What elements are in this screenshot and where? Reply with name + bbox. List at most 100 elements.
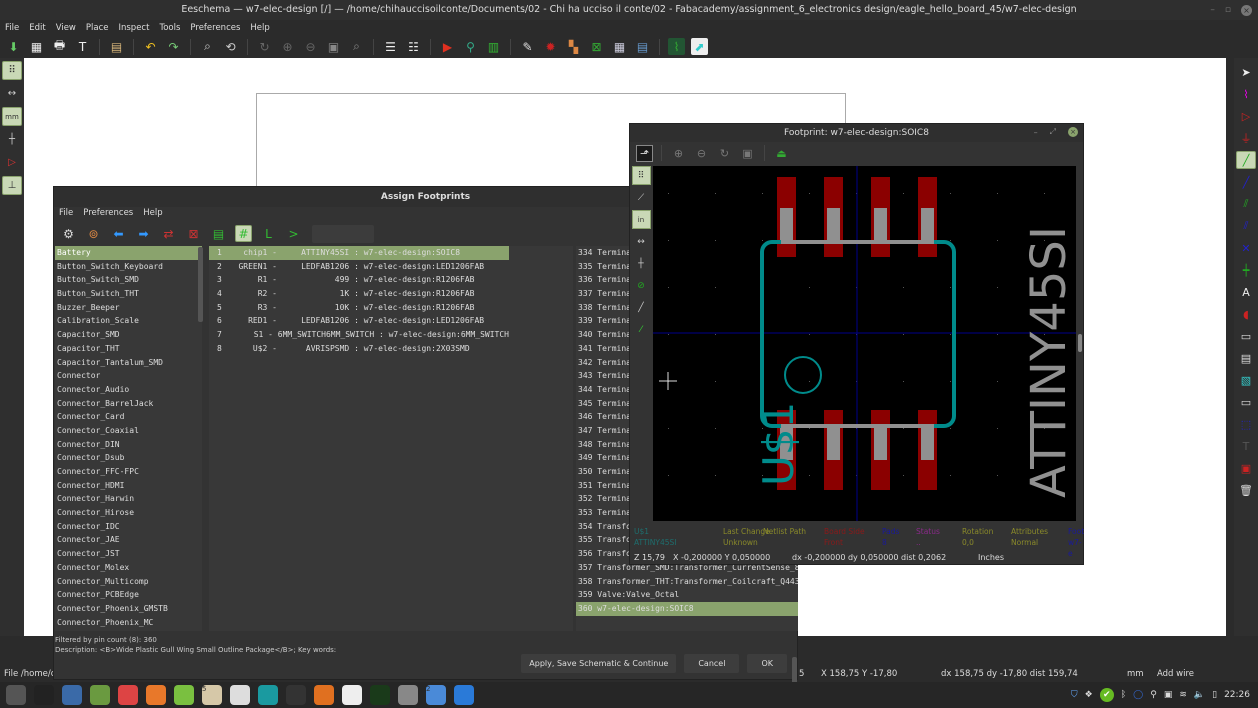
pcbnew-icon[interactable]: ▤ — [634, 38, 651, 55]
filter-pincount-icon[interactable]: # — [235, 225, 252, 242]
grid-icon[interactable]: ⠿ — [2, 61, 22, 80]
filter-input[interactable] — [312, 224, 374, 243]
highlight-net-icon[interactable]: ⌇ — [1236, 85, 1256, 103]
library-item[interactable]: Connector_Phoenix_MC — [55, 616, 202, 630]
chromium-icon[interactable]: 2 — [426, 685, 446, 705]
docs-icon[interactable] — [454, 685, 474, 705]
plot-icon[interactable]: T — [74, 38, 91, 55]
save-icon[interactable]: ⬇ — [5, 38, 22, 55]
bus-icon[interactable]: ╱ — [1236, 173, 1256, 191]
arrow-left-icon[interactable]: ⬅ — [110, 225, 127, 242]
dialog-menu-file[interactable]: File — [59, 206, 73, 221]
volume-icon[interactable]: 🔈 — [1194, 690, 1205, 700]
component-row[interactable]: 7 S1 - 6MM_SWITCH6MM_SWITCH : w7-elec-des… — [209, 328, 509, 342]
library-item[interactable]: Battery — [55, 246, 202, 260]
auto-associate-icon[interactable]: ⇄ — [160, 225, 177, 242]
print-icon[interactable]: 🖶 — [51, 38, 68, 55]
footprint-item[interactable]: 359 Valve:Valve_Octal — [576, 588, 798, 602]
mm-icon[interactable]: mm — [2, 107, 22, 126]
inkscape-icon[interactable] — [230, 685, 250, 705]
hidden-pins-icon[interactable]: ▷ — [2, 153, 22, 172]
minimize-button[interactable]: – — [1210, 0, 1215, 20]
fp-close-button[interactable]: × — [1068, 127, 1078, 137]
menu-place[interactable]: Place — [86, 23, 109, 33]
no-connect-icon[interactable]: ✕ — [1236, 239, 1256, 257]
library-item[interactable]: Button_Switch_THT — [55, 287, 202, 301]
component-row[interactable]: 2 GREEN1 - LEDFAB1206 : w7-elec-design:LE… — [209, 260, 509, 274]
library-item[interactable]: Connector_Molex — [55, 561, 202, 575]
redraw-icon[interactable]: ↻ — [256, 38, 273, 55]
hier-label-icon[interactable]: ▭ — [1236, 327, 1256, 345]
bus-entry-icon[interactable]: ⫽ — [1236, 217, 1256, 235]
blender-icon[interactable] — [314, 685, 334, 705]
hierarchy-icon[interactable]: ☰ — [382, 38, 399, 55]
component-row[interactable]: 1 chip1 - ATTINY45SI : w7-elec-design:SOI… — [209, 246, 509, 260]
cvpcb-icon[interactable]: ▚ — [565, 38, 582, 55]
junction-icon[interactable]: ┿ — [1236, 261, 1256, 279]
text-sketch-icon[interactable]: ⁄ — [632, 320, 651, 339]
library-browser-icon[interactable]: ⚲ — [462, 38, 479, 55]
files-icon[interactable] — [90, 685, 110, 705]
battery-icon[interactable]: ▯ — [1212, 690, 1217, 700]
maximize-button[interactable]: ▫ — [1225, 0, 1231, 20]
fp-maximize-button[interactable]: ⤢ — [1050, 127, 1056, 137]
gimp-icon[interactable] — [118, 685, 138, 705]
arrow-right-icon[interactable]: ➡ — [135, 225, 152, 242]
library-item[interactable]: Capacitor_SMD — [55, 328, 202, 342]
library-item[interactable]: Button_Switch_SMD — [55, 273, 202, 287]
bom-icon[interactable]: ▦ — [611, 38, 628, 55]
polar-coords-icon[interactable]: ⟋ — [632, 188, 651, 207]
eye-icon[interactable] — [398, 685, 418, 705]
dialog-menu-help[interactable]: Help — [143, 206, 162, 221]
help-icon[interactable] — [6, 685, 26, 705]
footprint-browser-icon[interactable]: ▥ — [485, 38, 502, 55]
calendar-icon[interactable] — [342, 685, 362, 705]
delete-icon[interactable]: 🗑 — [1236, 481, 1256, 499]
clock[interactable]: 22:26 — [1224, 690, 1250, 700]
component-row[interactable]: 4 R2 - 1K : w7-elec-design:R1206FAB — [209, 287, 509, 301]
bluetooth-icon[interactable]: ᛒ — [1121, 690, 1126, 700]
netlist-icon[interactable]: ⊠ — [588, 38, 605, 55]
screenshot-icon[interactable] — [62, 685, 82, 705]
library-editor-icon[interactable]: ▶ — [439, 38, 456, 55]
cursor-icon[interactable]: ┼ — [632, 254, 651, 273]
net-label-icon[interactable]: A — [1236, 283, 1256, 301]
image-icon[interactable]: ▣ — [1236, 459, 1256, 477]
menu-preferences[interactable]: Preferences — [190, 23, 240, 33]
library-item[interactable]: Buzzer_Beeper — [55, 301, 202, 315]
text-icon[interactable]: T — [1236, 437, 1256, 455]
library-item[interactable]: Capacitor_THT — [55, 342, 202, 356]
library-item[interactable]: Connector_FFC-FPC — [55, 465, 202, 479]
library-item[interactable]: Connector_Coaxial — [55, 424, 202, 438]
redraw-icon[interactable]: ↻ — [716, 145, 733, 162]
pcb-editor-icon[interactable]: ⌇ — [668, 38, 685, 55]
kicad-icon[interactable]: 5 — [202, 685, 222, 705]
clipboard-icon[interactable]: ▣ — [1164, 690, 1173, 700]
library-item[interactable]: Connector_JAE — [55, 533, 202, 547]
place-power-icon[interactable]: ⏚ — [1236, 129, 1256, 147]
arduino-icon[interactable] — [258, 685, 278, 705]
inches-icon[interactable]: ↔ — [2, 84, 22, 103]
intel-icon[interactable]: ◯ — [1133, 690, 1143, 700]
apply-save-continue-button[interactable]: Apply, Save Schematic & Continue — [521, 654, 677, 673]
library-list[interactable]: Battery Button_Switch_Keyboard Button_Swit… — [55, 246, 202, 631]
fp-minimize-button[interactable]: – — [1034, 128, 1038, 137]
select-icon[interactable]: ➤ — [1236, 63, 1256, 81]
terminal-icon[interactable] — [34, 685, 54, 705]
library-item[interactable]: Connector_Harwin — [55, 492, 202, 506]
wire-icon[interactable]: ╱ — [1236, 151, 1256, 169]
paperclip-icon[interactable]: ⚲ — [1150, 690, 1157, 700]
filter-text-icon[interactable]: > — [285, 225, 302, 242]
navigate-icon[interactable]: ☷ — [405, 38, 422, 55]
backannotate-icon[interactable]: ⬈ — [691, 38, 708, 55]
inches-icon[interactable]: in — [631, 210, 651, 229]
library-item[interactable]: Connector_DIN — [55, 438, 202, 452]
library-list-scrollbar[interactable] — [198, 247, 203, 322]
filter-library-icon[interactable]: L — [260, 225, 277, 242]
graphic-line-icon[interactable]: ⬚ — [1236, 415, 1256, 433]
library-item[interactable]: Connector_HDMI — [55, 479, 202, 493]
library-item[interactable]: Connector_IDC — [55, 520, 202, 534]
sheet-pin-icon[interactable]: ▭ — [1236, 393, 1256, 411]
mm-icon[interactable]: ↔ — [632, 232, 651, 251]
delete-associations-icon[interactable]: ⊠ — [185, 225, 202, 242]
